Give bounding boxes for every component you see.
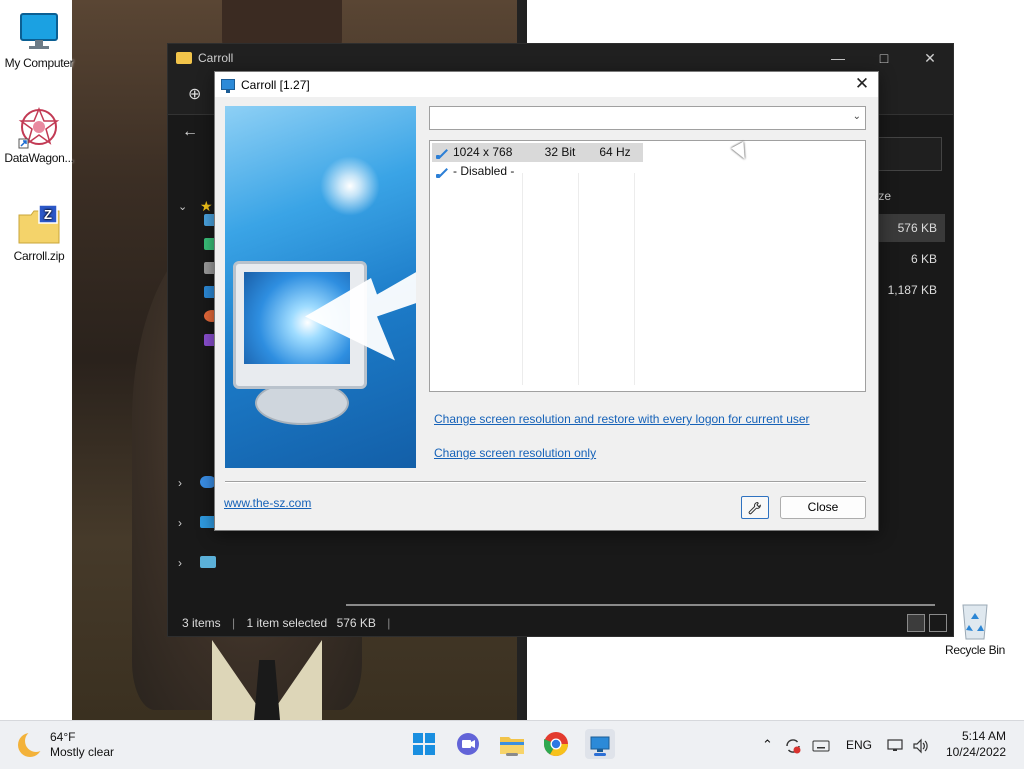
website-link[interactable]: www.the-sz.com — [224, 496, 311, 510]
taskbar: 64°F Mostly clear ⌃ ENG 5:14 AM 10/24/20… — [0, 720, 1024, 769]
column-divider — [578, 173, 579, 385]
chevron-up-icon[interactable]: ⌃ — [762, 721, 773, 769]
carroll-taskbar-button[interactable] — [585, 729, 615, 759]
windows-icon — [413, 733, 435, 755]
zip-folder-icon: Z — [17, 203, 61, 247]
close-icon[interactable]: ✕ — [846, 72, 878, 97]
svg-text:Z: Z — [44, 207, 52, 222]
column-divider — [634, 173, 635, 385]
explorer-titlebar[interactable]: Carroll — □ ✕ — [168, 44, 953, 72]
network-icon[interactable] — [887, 721, 905, 769]
folder-icon — [176, 52, 192, 64]
carroll-dialog[interactable]: Carroll [1.27] ✕ ⌄ 1024 x 768 32 Bit 64 … — [214, 71, 879, 531]
status-selected: 1 item selected — [246, 616, 328, 630]
chevron-down-icon[interactable]: ⌄ — [853, 111, 861, 122]
clock[interactable]: 5:14 AM 10/24/2022 — [946, 728, 1006, 760]
file-size: 576 KB — [897, 221, 937, 235]
clock-date: 10/24/2022 — [945, 745, 1006, 759]
file-explorer-button[interactable] — [497, 729, 527, 759]
details-view-icon[interactable] — [907, 614, 925, 632]
chevron-right-icon[interactable]: › — [178, 516, 182, 530]
star-icon[interactable]: ★ — [200, 198, 213, 215]
keyboard-icon[interactable] — [812, 721, 830, 769]
desktop-icon-label: Carroll.zip — [13, 249, 65, 263]
file-size: 1,187 KB — [887, 283, 937, 297]
weather-desc: Mostly clear — [50, 745, 115, 759]
tiles-view-icon[interactable] — [929, 614, 947, 632]
resolution-list-item[interactable]: 1024 x 768 32 Bit 64 Hz — [432, 143, 643, 162]
display-select[interactable]: ⌄ — [429, 106, 866, 130]
status-selected-size: 576 KB — [336, 616, 376, 630]
dialog-titlebar[interactable]: Carroll [1.27] ✕ — [215, 72, 878, 97]
wrench-icon — [748, 501, 761, 515]
chevron-down-icon[interactable]: ⌄ — [178, 200, 187, 213]
settings-button[interactable] — [741, 496, 769, 519]
close-icon[interactable]: ✕ — [907, 44, 953, 72]
monitor-icon — [17, 10, 61, 54]
teams-button[interactable] — [453, 729, 483, 759]
sync-icon[interactable] — [784, 721, 802, 769]
resolution-list-item[interactable]: - Disabled - — [432, 162, 643, 181]
chrome-button[interactable] — [541, 729, 571, 759]
clock-time: 5:14 AM — [961, 729, 1006, 743]
status-bar: 3 items | 1 item selected 576 KB | — [182, 616, 391, 630]
column-divider — [522, 173, 523, 385]
volume-icon[interactable] — [912, 721, 930, 769]
weather-temp: 64°F — [50, 730, 76, 744]
divider — [225, 481, 866, 483]
active-indicator — [594, 753, 606, 756]
weather-widget[interactable]: 64°F Mostly clear — [18, 730, 114, 760]
chrome-icon — [544, 732, 568, 757]
explorer-title: Carroll — [198, 51, 234, 65]
desktop-icon-my-computer[interactable]: My Computer — [0, 10, 78, 70]
desktop-icon-label: DataWagon... — [4, 151, 74, 165]
file-size: 6 KB — [910, 252, 937, 266]
running-indicator — [506, 753, 518, 756]
teams-chat-icon — [457, 733, 479, 755]
status-item-count: 3 items — [182, 616, 221, 630]
change-resolution-only-link[interactable]: Change screen resolution only — [434, 446, 596, 460]
search-input[interactable] — [868, 137, 942, 171]
monitor-icon — [221, 79, 235, 93]
refresh-value: 64 Hz — [599, 145, 631, 159]
horizontal-scrollbar[interactable] — [346, 604, 935, 606]
resolution-list[interactable]: 1024 x 768 32 Bit 64 Hz - Disabled - — [429, 140, 866, 392]
resolution-value: 1024 x 768 — [453, 145, 513, 159]
network-icon[interactable] — [200, 556, 216, 568]
maximize-icon[interactable]: □ — [861, 44, 907, 72]
resolution-icon — [436, 148, 447, 159]
desktop-icon-label: Recycle Bin — [944, 643, 1006, 657]
chevron-right-icon[interactable]: › — [178, 556, 182, 570]
recycle-bin-icon — [953, 597, 997, 641]
banner-shine — [320, 156, 380, 216]
dialog-title: Carroll [1.27] — [241, 77, 310, 92]
desktop-icon-datawagon[interactable]: DataWagon... — [0, 105, 78, 165]
chevron-right-icon[interactable]: › — [178, 476, 182, 490]
minimize-icon[interactable]: — — [815, 44, 861, 72]
change-resolution-restore-link[interactable]: Change screen resolution and restore wit… — [434, 412, 810, 426]
back-arrow-icon[interactable]: ← — [182, 123, 198, 141]
carroll-banner-image — [225, 106, 416, 468]
moon-icon — [18, 730, 47, 757]
resolution-value: - Disabled - — [453, 164, 515, 178]
desktop-icon-carroll-zip[interactable]: Z Carroll.zip — [0, 203, 78, 263]
desktop-icon-label: My Computer — [4, 56, 74, 70]
language-indicator[interactable]: ENG — [846, 721, 872, 769]
new-icon[interactable]: ⊕ — [188, 84, 201, 104]
depth-value: 32 Bit — [544, 145, 576, 159]
close-button[interactable]: Close — [780, 496, 866, 519]
start-button[interactable] — [409, 729, 439, 759]
datawagon-icon — [17, 105, 61, 149]
resolution-icon — [436, 167, 447, 178]
